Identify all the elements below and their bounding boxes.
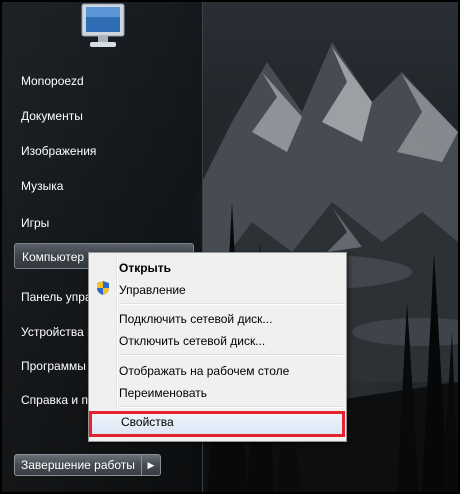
shutdown-options-arrow-icon[interactable]: ▶ [141,454,161,476]
context-show-on-desktop[interactable]: Отображать на рабочем столе [119,361,289,381]
context-separator [119,354,343,356]
context-separator [119,406,343,408]
context-separator [119,303,343,305]
start-item-games[interactable]: Игры [18,210,192,236]
start-item-monopoezd[interactable]: Monopoezd [18,68,192,94]
shutdown-button[interactable]: Завершение работы [14,454,142,476]
shield-icon [95,280,111,296]
red-highlight-box [89,411,345,437]
context-map-network-drive[interactable]: Подключить сетевой диск... [119,309,272,329]
start-item-pictures[interactable]: Изображения [18,138,192,164]
monitor-icon [74,2,132,52]
context-disconnect-network-drive[interactable]: Отключить сетевой диск... [119,331,265,351]
start-item-music[interactable]: Музыка [18,173,192,199]
screenshot-frame: Monopoezd Документы Изображения Музыка И… [2,2,458,492]
context-open[interactable]: Открыть [119,258,171,278]
shutdown-group: Завершение работы ▶ [14,454,161,476]
context-manage[interactable]: Управление [119,280,186,300]
start-item-documents[interactable]: Документы [18,103,192,129]
context-rename[interactable]: Переименовать [119,383,207,403]
